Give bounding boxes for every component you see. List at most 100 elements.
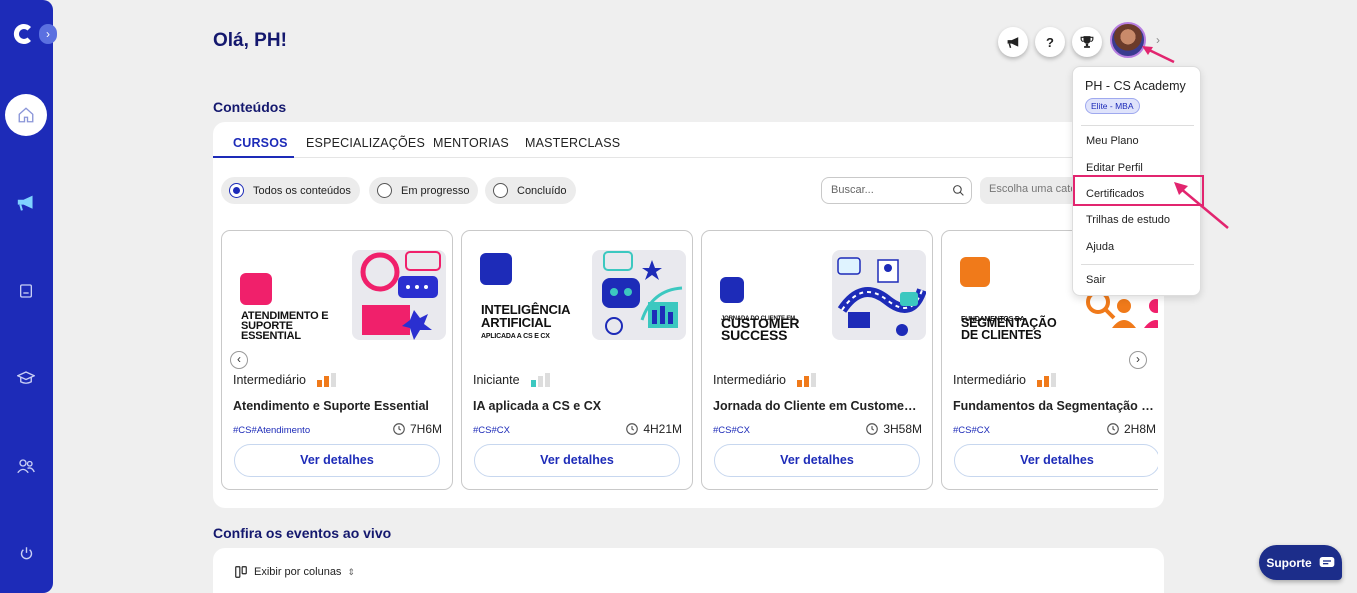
sidebar-item-community[interactable]	[16, 456, 36, 476]
course-tags[interactable]: #CS#CX	[473, 425, 510, 436]
search-input[interactable]: Buscar...	[821, 177, 972, 204]
search-placeholder: Buscar...	[831, 184, 874, 196]
filter-all[interactable]: Todos os conteúdos	[221, 177, 360, 204]
details-button[interactable]: Ver detalhes	[714, 444, 920, 477]
help-button[interactable]: ?	[1035, 27, 1065, 57]
tab-masterclass[interactable]: MASTERCLASS	[525, 136, 620, 150]
menu-item-my-plan[interactable]: Meu Plano	[1086, 135, 1139, 147]
home-icon	[18, 107, 34, 123]
carousel-prev-icon[interactable]: ‹	[230, 351, 248, 369]
level-bars-icon	[316, 373, 336, 387]
sort-chevron-icon: ⇕	[347, 566, 355, 577]
sidebar-item-home[interactable]	[5, 94, 47, 136]
details-button[interactable]: Ver detalhes	[234, 444, 440, 477]
course-thumbnail: Atendimento e Suporte Essential	[230, 245, 446, 349]
filter-label: Concluído	[517, 184, 567, 197]
sidebar-item-library[interactable]	[16, 281, 36, 301]
course-duration: 7H6M	[392, 422, 442, 436]
events-panel: Exibir por colunas ⇕	[213, 548, 1164, 593]
graduation-cap-icon	[17, 371, 35, 384]
clock-icon	[626, 423, 639, 435]
users-icon	[17, 459, 35, 474]
help-icon: ?	[1046, 34, 1054, 50]
level-label: Intermediário	[953, 373, 1026, 387]
level-label: Intermediário	[233, 373, 306, 387]
view-mode-toggle[interactable]: Exibir por colunas ⇕	[234, 565, 355, 579]
menu-item-edit-profile[interactable]: Editar Perfil	[1086, 162, 1143, 174]
trophy-icon	[1080, 36, 1094, 48]
book-icon	[20, 284, 32, 298]
chat-icon	[240, 273, 272, 305]
level-indicator: Intermediário	[233, 373, 336, 387]
details-button[interactable]: Ver detalhes	[474, 444, 680, 477]
course-thumbnail: Jornada do Cliente em Customer Success	[710, 245, 926, 349]
level-indicator: Iniciante	[473, 373, 550, 387]
menu-divider	[1081, 125, 1194, 126]
level-label: Intermediário	[713, 373, 786, 387]
clock-icon	[393, 423, 405, 435]
course-card[interactable]: Atendimento e Suporte Essential Intermed…	[221, 230, 453, 490]
details-button[interactable]: Ver detalhes	[954, 444, 1158, 477]
thumbnail-illustration	[352, 250, 446, 340]
support-button[interactable]: Suporte	[1259, 545, 1342, 580]
annotation-arrow-certificates	[1174, 182, 1229, 229]
events-section-title: Confira os eventos ao vivo	[213, 525, 392, 541]
sidebar: ›	[0, 0, 57, 593]
search-icon	[953, 185, 964, 196]
level-indicator: Intermediário	[953, 373, 1056, 387]
filter-completed[interactable]: Concluído	[485, 177, 576, 204]
view-mode-label: Exibir por colunas	[254, 566, 342, 578]
level-bars-icon	[796, 373, 816, 387]
course-title: IA aplicada a CS e CX	[473, 399, 602, 413]
sidebar-item-courses[interactable]	[16, 368, 36, 388]
sidebar-item-announcements[interactable]	[16, 193, 36, 213]
thumbnail-title: Atendimento e Suporte Essential	[241, 310, 329, 342]
level-label: Iniciante	[473, 373, 520, 387]
carousel-next-icon[interactable]: ›	[1129, 351, 1147, 369]
category-select[interactable]: Escolha uma categoria	[980, 177, 1080, 204]
robot-icon	[480, 253, 512, 285]
achievements-button[interactable]	[1072, 27, 1102, 57]
journey-icon	[720, 277, 744, 303]
columns-icon	[235, 566, 247, 578]
filter-label: Em progresso	[401, 184, 470, 197]
thumbnail-illustration	[832, 250, 926, 340]
course-title: Atendimento e Suporte Essential	[233, 399, 429, 413]
thumbnail-title: Inteligência Artificial	[481, 302, 570, 330]
tab-mentorias[interactable]: MENTORIAS	[433, 136, 509, 150]
chat-icon	[1319, 556, 1335, 567]
duration-label: 3H58M	[883, 422, 922, 436]
segments-icon	[960, 257, 990, 287]
filter-label: Todos os conteúdos	[253, 184, 351, 197]
content-tabs: CURSOS ESPECIALIZAÇÕES MENTORIAS MASTERC…	[213, 134, 1164, 158]
sidebar-toggle-icon[interactable]: ›	[39, 24, 57, 44]
menu-item-study-tracks[interactable]: Trilhas de estudo	[1086, 214, 1170, 226]
course-card[interactable]: Jornada do Cliente em Customer Success	[701, 230, 933, 490]
category-placeholder: Escolha uma categoria	[989, 183, 1080, 195]
course-duration: 4H21M	[625, 422, 682, 436]
contents-section-title: Conteúdos	[213, 99, 287, 115]
user-name: PH - CS Academy	[1085, 79, 1186, 93]
level-bars-icon	[530, 373, 550, 387]
course-tags[interactable]: #CS#CX	[953, 425, 990, 436]
level-indicator: Intermediário	[713, 373, 816, 387]
clock-icon	[866, 423, 879, 435]
active-tab-indicator	[213, 156, 294, 158]
course-card[interactable]: Inteligência Artificial Aplicada a CS e …	[461, 230, 693, 490]
tab-especializacoes[interactable]: ESPECIALIZAÇÕES	[306, 136, 425, 150]
logo-icon[interactable]	[13, 22, 37, 46]
plan-badge: Elite - MBA	[1085, 98, 1140, 114]
menu-item-help[interactable]: Ajuda	[1086, 241, 1114, 253]
page-title: Olá, PH!	[213, 30, 287, 51]
course-tags[interactable]: #CS#CX	[713, 425, 750, 436]
power-icon	[20, 546, 32, 559]
course-tags[interactable]: #CS#Atendimento	[233, 425, 310, 436]
duration-label: 4H21M	[643, 422, 682, 436]
annotation-arrow-avatar	[1142, 46, 1175, 64]
menu-item-logout[interactable]: Sair	[1086, 274, 1106, 286]
filter-in-progress[interactable]: Em progresso	[369, 177, 479, 204]
announcements-button[interactable]	[998, 27, 1028, 57]
sidebar-item-logout[interactable]	[16, 543, 36, 563]
duration-label: 2H8M	[1123, 422, 1156, 436]
tab-cursos[interactable]: CURSOS	[233, 136, 288, 150]
